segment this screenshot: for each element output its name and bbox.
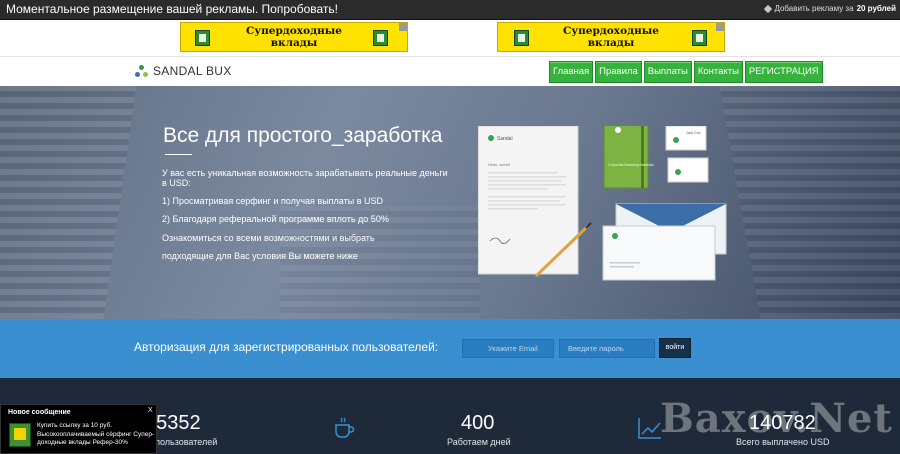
hero-title: Все для простого_заработка [163,124,443,147]
menu-rules[interactable]: Правила [595,61,642,83]
logo-text: SANDAL BUX [153,64,232,78]
hero-line1: У вас есть уникальная возможность зараба… [162,168,448,178]
banner-strip: Супердоходные вклады Супердоходные вклад… [0,20,900,56]
mockup-brand-text: Sandal [497,136,513,142]
ad-banner-2[interactable]: Супердоходные вклады [497,22,725,52]
popup-title: Новое сообщение [8,409,71,416]
menu-payouts[interactable]: Выплаты [643,61,692,83]
background-building [719,86,900,319]
banner-text: Супердоходные вклады [498,25,724,49]
login-bar: Авторизация для зарегистрированных польз… [0,319,900,378]
stat-days-value: 400 [461,412,495,434]
logo[interactable]: SANDAL BUX [135,64,232,78]
login-submit-button[interactable]: войти [659,338,691,358]
hero-line2: в USD: [162,178,191,188]
add-ad-text: Добавить рекламу за [774,4,854,13]
coffee-cup-icon [335,417,355,438]
stat-paid-value: 140782 [749,412,816,434]
popup-thumbnail-image [9,423,31,447]
email-input[interactable]: Укажите Email [462,339,554,358]
banner-line1: Супердоходные [246,25,342,37]
menu-register[interactable]: РЕГИСТРАЦИЯ [744,61,823,83]
menu-home[interactable]: Главная [549,61,594,83]
hero-point2: 2) Благодаря реферальной программе вплот… [162,214,389,224]
new-message-popup[interactable]: Новое сообщение X Купить ссылку за 10 ру… [0,404,157,454]
password-input[interactable]: Введите пароль [559,339,655,358]
ad-banner-1[interactable]: Супердоходные вклады [180,22,408,52]
mockup-card-name: Jack Doe [686,131,701,135]
menu-contacts[interactable]: Контакты [693,61,743,83]
logo-recycle-icon [135,64,148,78]
banner-line2: вклады [587,37,635,49]
hero-title-underline [165,154,192,155]
add-ad-price: 20 рублей [856,4,896,13]
hero-point1: 1) Просматривая серфинг и получая выплат… [162,196,383,206]
branding-mockup-image: Sandal Hello, world! Corporate Branding … [478,126,727,281]
pin-icon [764,4,773,13]
main-nav: SANDAL BUX Главная Правила Выплаты Конта… [0,56,900,86]
banner-corner-icon [399,23,407,31]
growth-chart-icon [638,418,661,439]
banner-line2: вклады [270,37,318,49]
popup-close-button[interactable]: X [148,407,153,414]
stat-days-label: Работаем дней [447,437,511,447]
popup-message[interactable]: Купить ссылку за 10 руб. Высокооплачивае… [37,422,155,448]
menu: Главная Правила Выплаты Контакты РЕГИСТР… [549,61,823,83]
hero: Все для простого_заработка У вас есть ун… [0,86,900,319]
hero-line3: Ознакомиться со всеми возможностями и вы… [162,233,375,243]
login-label: Авторизация для зарегистрированных польз… [134,340,439,354]
banner-corner-icon [716,23,724,31]
mockup-letter-greeting: Hello, world! [488,162,510,167]
banner-text: Супердоходные вклады [181,25,407,49]
background-building [0,86,137,319]
top-ad-bar: Моментальное размещение вашей рекламы. П… [0,0,900,20]
hero-line4: подходящие для Вас условия Вы можете ниж… [162,251,358,261]
banner-line1: Супердоходные [563,25,659,37]
mockup-notebook-text: Corporate Branding Materials [608,163,654,167]
add-ad-link[interactable]: Добавить рекламу за 20 рублей [764,4,896,13]
promo-link[interactable]: Моментальное размещение вашей рекламы. П… [6,2,338,16]
stat-paid-label: Всего выплачено USD [736,437,830,447]
